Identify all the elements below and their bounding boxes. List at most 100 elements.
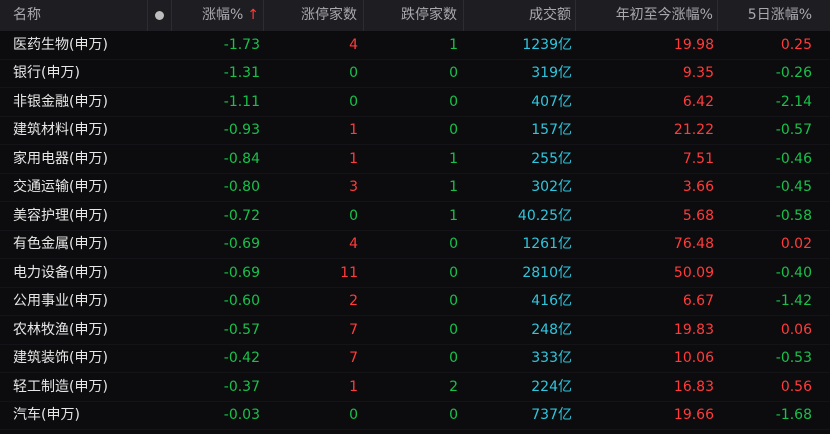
ytd-change-pct: 9.35 xyxy=(682,65,714,82)
table-row[interactable]: 轻工制造(申万) -0.37 1 2 224亿 16.83 0.56 xyxy=(0,373,830,402)
ytd-change-pct: 21.22 xyxy=(673,122,714,139)
sector-name: 轻工制造(申万) xyxy=(13,378,108,395)
five-day-change-pct: -0.58 xyxy=(775,207,812,224)
limit-up-count: 3 xyxy=(349,179,358,196)
turnover-amount: 333亿 xyxy=(531,350,572,367)
table-row[interactable]: 美容护理(申万) -0.72 0 1 40.25亿 5.68 -0.58 xyxy=(0,202,830,231)
ytd-change-pct: 19.66 xyxy=(673,407,714,424)
table-header: 名称 涨幅% ↑ 涨停家数 跌停家数 成交额 年初至今涨幅% 5日涨幅% xyxy=(0,0,830,31)
table-row[interactable]: 建筑材料(申万) -0.93 1 0 157亿 21.22 -0.57 xyxy=(0,116,830,145)
change-pct: -0.57 xyxy=(223,321,260,338)
ytd-change-pct: 16.83 xyxy=(673,378,714,395)
limit-down-count: 0 xyxy=(449,122,458,139)
change-pct: -1.73 xyxy=(223,36,260,53)
table-row[interactable]: 公用事业(申万) -0.60 2 0 416亿 6.67 -1.42 xyxy=(0,287,830,316)
col-header-limit-down[interactable]: 跌停家数 xyxy=(364,0,464,31)
col-header-name[interactable]: 名称 xyxy=(0,0,148,31)
limit-up-count: 7 xyxy=(349,350,358,367)
turnover-amount: 2810亿 xyxy=(522,264,572,281)
limit-up-count: 11 xyxy=(340,264,358,281)
five-day-change-pct: 0.25 xyxy=(780,36,812,53)
turnover-amount: 224亿 xyxy=(531,378,572,395)
turnover-amount: 319亿 xyxy=(531,65,572,82)
limit-down-count: 0 xyxy=(449,321,458,338)
table-row[interactable]: 家用电器(申万) -0.84 1 1 255亿 7.51 -0.46 xyxy=(0,145,830,174)
table-row[interactable]: 医药生物(申万) -1.73 4 1 1239亿 19.98 0.25 xyxy=(0,31,830,60)
limit-up-count: 1 xyxy=(349,150,358,167)
five-day-change-pct: -0.53 xyxy=(775,350,812,367)
change-pct: -0.60 xyxy=(223,293,260,310)
ytd-change-pct: 10.06 xyxy=(673,350,714,367)
limit-down-count: 2 xyxy=(449,378,458,395)
turnover-amount: 40.25亿 xyxy=(517,207,572,224)
limit-down-count: 1 xyxy=(449,150,458,167)
sector-name: 有色金属(申万) xyxy=(13,236,108,253)
industry-sector-table: 名称 涨幅% ↑ 涨停家数 跌停家数 成交额 年初至今涨幅% 5日涨幅% 医药生物… xyxy=(0,0,830,430)
ytd-change-pct: 6.67 xyxy=(682,293,714,310)
limit-down-count: 0 xyxy=(449,264,458,281)
turnover-amount: 248亿 xyxy=(531,321,572,338)
five-day-change-pct: -2.14 xyxy=(775,93,812,110)
limit-down-count: 1 xyxy=(449,36,458,53)
col-header-dot[interactable] xyxy=(148,0,172,31)
change-pct: -1.11 xyxy=(223,93,260,110)
ytd-change-pct: 50.09 xyxy=(673,264,714,281)
limit-down-count: 0 xyxy=(449,293,458,310)
change-pct: -0.37 xyxy=(223,378,260,395)
limit-down-count: 1 xyxy=(449,179,458,196)
table-row[interactable]: 银行(申万) -1.31 0 0 319亿 9.35 -0.26 xyxy=(0,59,830,88)
table-row[interactable]: 建筑装饰(申万) -0.42 7 0 333亿 10.06 -0.53 xyxy=(0,344,830,373)
sector-name: 建筑装饰(申万) xyxy=(13,350,108,367)
limit-down-count: 0 xyxy=(449,236,458,253)
col-header-limit-up[interactable]: 涨停家数 xyxy=(264,0,364,31)
limit-down-count: 0 xyxy=(449,407,458,424)
sector-name: 公用事业(申万) xyxy=(13,293,108,310)
change-pct: -0.72 xyxy=(223,207,260,224)
table-row[interactable]: 农林牧渔(申万) -0.57 7 0 248亿 19.83 0.06 xyxy=(0,316,830,345)
change-pct: -0.69 xyxy=(223,236,260,253)
dot-icon xyxy=(155,10,164,20)
limit-up-count: 4 xyxy=(349,36,358,53)
limit-up-count: 0 xyxy=(349,407,358,424)
table-body: 医药生物(申万) -1.73 4 1 1239亿 19.98 0.25 银行(申… xyxy=(0,31,830,430)
table-row[interactable]: 电力设备(申万) -0.69 11 0 2810亿 50.09 -0.40 xyxy=(0,259,830,288)
col-header-ytd-change[interactable]: 年初至今涨幅% xyxy=(576,0,718,31)
five-day-change-pct: -0.57 xyxy=(775,122,812,139)
change-pct: -0.42 xyxy=(223,350,260,367)
turnover-amount: 157亿 xyxy=(531,122,572,139)
change-pct: -0.69 xyxy=(223,264,260,281)
ytd-change-pct: 5.68 xyxy=(682,207,714,224)
sector-name: 家用电器(申万) xyxy=(13,150,108,167)
table-row[interactable]: 非银金融(申万) -1.11 0 0 407亿 6.42 -2.14 xyxy=(0,88,830,117)
turnover-amount: 737亿 xyxy=(531,407,572,424)
sector-name: 非银金融(申万) xyxy=(13,93,108,110)
ytd-change-pct: 76.48 xyxy=(673,236,714,253)
sector-name: 美容护理(申万) xyxy=(13,207,108,224)
limit-up-count: 0 xyxy=(349,65,358,82)
col-header-five-day-change[interactable]: 5日涨幅% xyxy=(718,0,830,31)
sector-name: 交通运输(申万) xyxy=(13,179,108,196)
table-row[interactable]: 汽车(申万) -0.03 0 0 737亿 19.66 -1.68 xyxy=(0,401,830,430)
five-day-change-pct: 0.02 xyxy=(780,236,812,253)
table-row[interactable]: 有色金属(申万) -0.69 4 0 1261亿 76.48 0.02 xyxy=(0,230,830,259)
five-day-change-pct: -0.46 xyxy=(775,150,812,167)
table-row[interactable]: 交通运输(申万) -0.80 3 1 302亿 3.66 -0.45 xyxy=(0,173,830,202)
ytd-change-pct: 6.42 xyxy=(682,93,714,110)
sector-name: 医药生物(申万) xyxy=(13,36,108,53)
turnover-amount: 255亿 xyxy=(531,150,572,167)
col-header-change-pct[interactable]: 涨幅% ↑ xyxy=(172,0,264,31)
limit-up-count: 0 xyxy=(349,207,358,224)
limit-up-count: 1 xyxy=(349,378,358,395)
limit-up-count: 0 xyxy=(349,93,358,110)
five-day-change-pct: -0.26 xyxy=(775,65,812,82)
five-day-change-pct: -0.45 xyxy=(775,179,812,196)
five-day-change-pct: -0.40 xyxy=(775,264,812,281)
change-pct: -0.03 xyxy=(223,407,260,424)
limit-down-count: 0 xyxy=(449,65,458,82)
col-header-turnover[interactable]: 成交额 xyxy=(464,0,576,31)
change-pct: -0.80 xyxy=(223,179,260,196)
five-day-change-pct: -1.68 xyxy=(775,407,812,424)
five-day-change-pct: -1.42 xyxy=(775,293,812,310)
limit-up-count: 4 xyxy=(349,236,358,253)
sector-name: 银行(申万) xyxy=(13,65,80,82)
